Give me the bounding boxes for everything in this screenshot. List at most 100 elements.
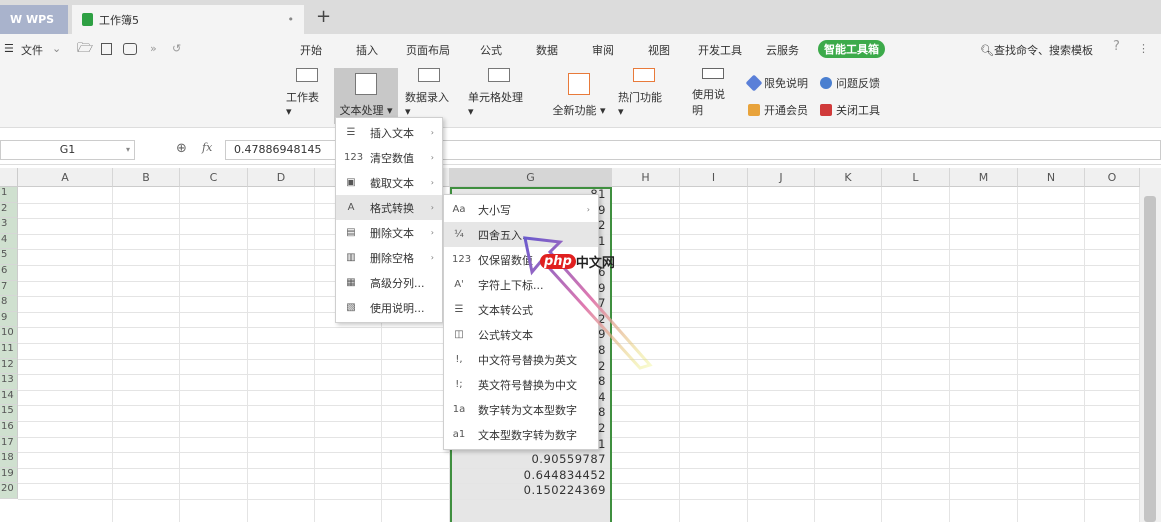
- column-header-K[interactable]: K: [815, 168, 882, 187]
- scrollbar-thumb[interactable]: [1144, 196, 1156, 522]
- menu-item[interactable]: Aa 大小写 ›: [444, 197, 598, 222]
- row-header-13[interactable]: 13: [0, 374, 18, 390]
- menu-item[interactable]: ▦ 高级分列...: [336, 270, 442, 295]
- menu-item[interactable]: ☰ 插入文本 ›: [336, 120, 442, 145]
- more-icon[interactable]: »: [150, 42, 157, 55]
- menu-item-label: 删除空格: [370, 251, 414, 265]
- column-line: [814, 187, 815, 522]
- row-header-10[interactable]: 10: [0, 327, 18, 343]
- column-header-H[interactable]: H: [612, 168, 680, 187]
- ribbon-button-2[interactable]: 文本处理 ▾: [334, 68, 398, 124]
- row-header-18[interactable]: 18: [0, 452, 18, 468]
- row-header-8[interactable]: 8: [0, 296, 18, 312]
- row-header-1[interactable]: 1: [0, 187, 18, 203]
- row-header-9[interactable]: 9: [0, 311, 18, 328]
- row-header-3[interactable]: 3: [0, 218, 18, 234]
- ribbon-button-label: 数据录入 ▾: [405, 91, 449, 118]
- menu-item[interactable]: !; 英文符号替换为中文: [444, 372, 598, 397]
- menu-item[interactable]: a1 文本型数字转为数字: [444, 422, 598, 447]
- column-header-O[interactable]: O: [1085, 168, 1140, 187]
- row-header-7[interactable]: 7: [0, 280, 18, 297]
- more-options-icon[interactable]: ⋮: [1138, 42, 1149, 55]
- menu-item[interactable]: 123 清空数值 ›: [336, 145, 442, 170]
- row-header-20[interactable]: 20: [0, 483, 18, 499]
- vertical-scrollbar[interactable]: [1140, 168, 1161, 522]
- hamburger-icon[interactable]: ☰: [4, 42, 14, 55]
- row-header-12[interactable]: 12: [0, 358, 18, 375]
- column-header-L[interactable]: L: [882, 168, 950, 187]
- column-header-I[interactable]: I: [680, 168, 748, 187]
- file-menu[interactable]: 文件: [21, 42, 43, 58]
- menu-tab-5[interactable]: 数据: [536, 42, 558, 58]
- search-command[interactable]: 🔍︎查找命令、搜索模板: [980, 42, 1093, 58]
- tab-workbook[interactable]: 工作簿5 •: [72, 5, 304, 34]
- select-all-corner[interactable]: [0, 168, 18, 187]
- search-label: 查找命令、搜索模板: [993, 44, 1093, 57]
- fx-icon[interactable]: fx: [202, 141, 212, 154]
- column-line: [247, 187, 248, 522]
- close-tool-label: 关闭工具: [836, 104, 880, 117]
- menu-item[interactable]: ▧ 使用说明...: [336, 295, 442, 320]
- help-icon[interactable]: ?: [1113, 39, 1120, 54]
- menu-tab-6[interactable]: 审阅: [592, 42, 614, 58]
- menu-item[interactable]: ▥ 删除空格 ›: [336, 245, 442, 270]
- tab-wps-home[interactable]: W WPS: [0, 5, 68, 34]
- menu-tab-3[interactable]: 页面布局: [406, 42, 450, 58]
- new-tab-button[interactable]: +: [316, 6, 331, 27]
- column-header-A[interactable]: A: [18, 168, 113, 187]
- row-header-11[interactable]: 11: [0, 343, 18, 359]
- column-header-M[interactable]: M: [950, 168, 1018, 187]
- menu-tab-9[interactable]: 云服务: [766, 42, 799, 58]
- row-header-5[interactable]: 5: [0, 249, 18, 265]
- menu-item[interactable]: A 格式转换 ›: [336, 195, 442, 220]
- ribbon-button-icon: [296, 68, 318, 82]
- column-header-C[interactable]: C: [180, 168, 248, 187]
- feedback-button[interactable]: 问题反馈: [820, 75, 880, 91]
- row-header-15[interactable]: 15: [0, 405, 18, 421]
- column-header-G[interactable]: G: [450, 168, 612, 187]
- column-header-B[interactable]: B: [113, 168, 180, 187]
- column-header-N[interactable]: N: [1018, 168, 1085, 187]
- menu-tab-10[interactable]: 智能工具箱: [818, 40, 885, 58]
- open-icon[interactable]: 🗁: [77, 39, 93, 61]
- menu-item-icon: Aa: [452, 204, 466, 215]
- name-box[interactable]: G1 ▾: [0, 140, 135, 160]
- close-tab-button[interactable]: •: [288, 13, 295, 26]
- save-icon[interactable]: [101, 43, 112, 55]
- free-info-button[interactable]: 限免说明: [745, 74, 808, 92]
- row-header-14[interactable]: 14: [0, 389, 18, 406]
- chevron-right-icon: ›: [430, 228, 434, 237]
- print-icon[interactable]: [123, 43, 137, 55]
- row-header-2[interactable]: 2: [0, 202, 18, 219]
- menu-item[interactable]: 1a 数字转为文本型数字: [444, 397, 598, 422]
- column-line: [1017, 187, 1018, 522]
- menu-tab-4[interactable]: 公式: [480, 42, 502, 58]
- menu-item-icon: a1: [452, 429, 466, 440]
- zoom-icon[interactable]: ⊕: [176, 141, 187, 156]
- menu-tab-7[interactable]: 视图: [648, 42, 670, 58]
- menu-tab-2[interactable]: 插入: [356, 42, 378, 58]
- row-header-19[interactable]: 19: [0, 467, 18, 484]
- column-header-J[interactable]: J: [748, 168, 815, 187]
- membership-button[interactable]: 开通会员: [748, 102, 808, 118]
- row-header-16[interactable]: 16: [0, 421, 18, 437]
- ribbon-button-1[interactable]: 工作表 ▾: [282, 68, 332, 124]
- row-header-4[interactable]: 4: [0, 233, 18, 250]
- column-header-D[interactable]: D: [248, 168, 315, 187]
- ribbon-button-icon: [633, 68, 655, 82]
- ribbon-button-7[interactable]: 使用说明: [688, 68, 738, 124]
- close-tool-button[interactable]: 关闭工具: [820, 102, 880, 118]
- ribbon-button-3[interactable]: 数据录入 ▾: [401, 68, 457, 124]
- menu-item[interactable]: ▣ 截取文本 ›: [336, 170, 442, 195]
- row-header-17[interactable]: 17: [0, 436, 18, 453]
- ribbon-button-6[interactable]: 热门功能 ▾: [614, 68, 674, 124]
- menu-tab-1[interactable]: 开始: [300, 42, 322, 58]
- undo-icon[interactable]: ↺: [172, 42, 181, 55]
- menu-tab-8[interactable]: 开发工具: [698, 42, 742, 58]
- ribbon-button-4[interactable]: 单元格处理 ▾: [464, 68, 534, 124]
- menu-item[interactable]: ▤ 删除文本 ›: [336, 220, 442, 245]
- ribbon-button-5[interactable]: 全新功能 ▾: [548, 68, 610, 124]
- row-header-6[interactable]: 6: [0, 265, 18, 281]
- menu-item-label: 格式转换: [370, 201, 414, 215]
- chevron-down-icon[interactable]: ⌄: [52, 42, 61, 55]
